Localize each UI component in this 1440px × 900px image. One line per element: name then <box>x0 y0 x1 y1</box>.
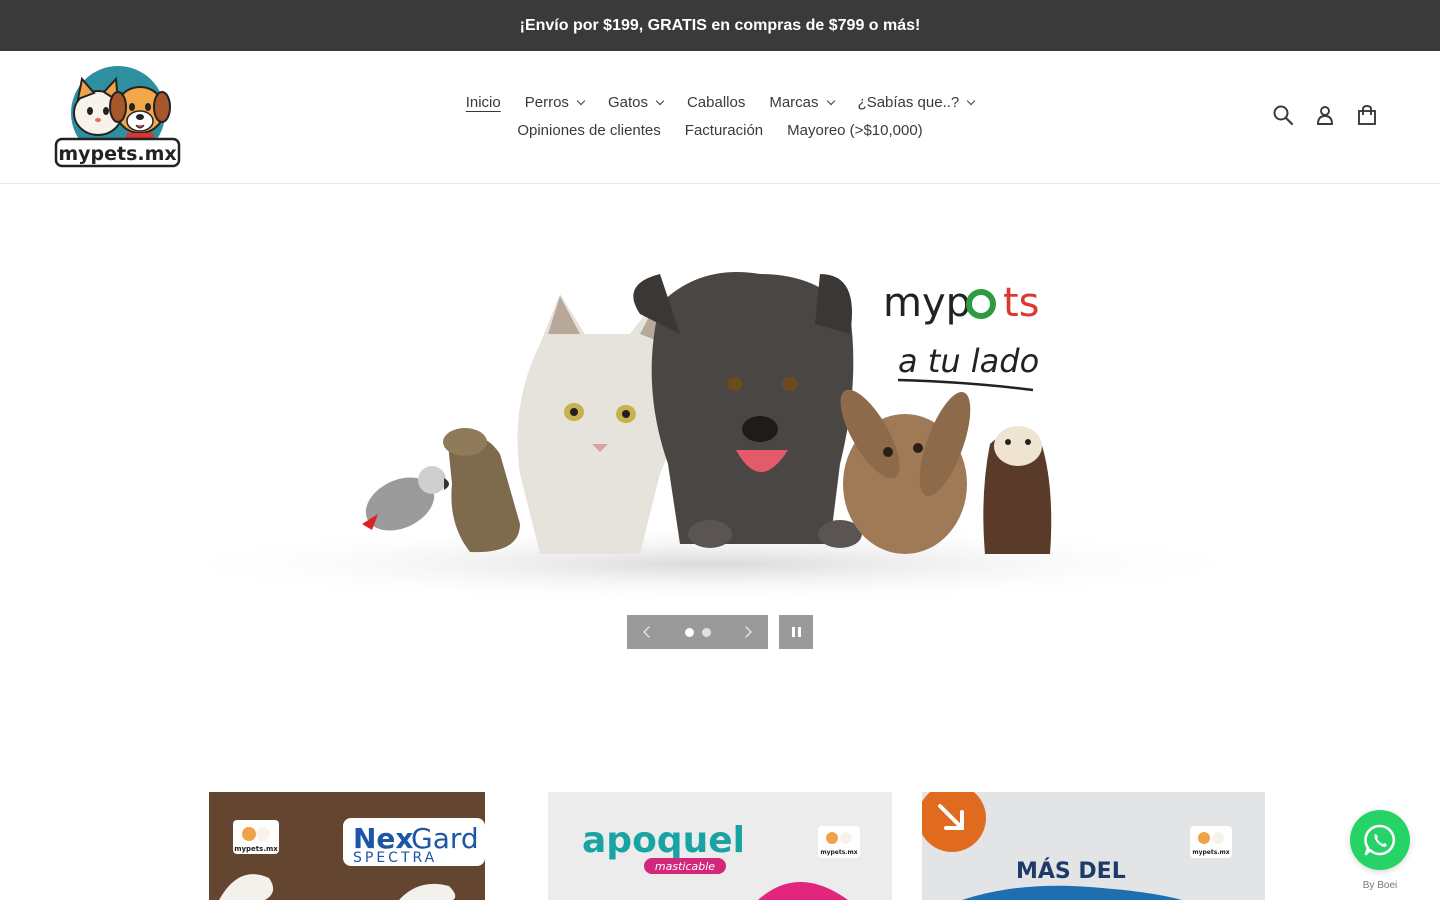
promo-tile-nexgard[interactable]: mypets.mx Nex Gard SPECTRA <box>209 792 485 900</box>
site-header: mypets.mx Inicio Perros Gatos Caballos M… <box>0 51 1440 184</box>
nav-item-sabias-que[interactable]: ¿Sabías que..? <box>857 89 976 117</box>
hero-tagline: a tu lado <box>898 342 1039 380</box>
nav-item-label: Perros <box>524 94 569 111</box>
cat-figure <box>517 294 678 554</box>
tile-brand-sub: SPECTRA <box>353 850 437 866</box>
slide-dots <box>684 627 711 637</box>
chevron-down-icon <box>967 96 976 106</box>
nav-item-perros[interactable]: Perros <box>524 89 586 117</box>
main-nav: Inicio Perros Gatos Caballos Marcas ¿Sab… <box>440 89 1000 145</box>
chevron-down-icon <box>655 96 665 106</box>
nav-item-label: Facturación <box>684 122 764 139</box>
hero-brand-tail: ts <box>1003 280 1040 326</box>
main-nav-row-2: Opiniones de clientes Facturación Mayore… <box>440 117 1000 145</box>
nav-item-label: Caballos <box>686 94 746 111</box>
announcement-bar: ¡Envío por $199, GRATIS en compras de $7… <box>0 0 1440 51</box>
dog-figure <box>633 272 862 548</box>
nav-item-caballos[interactable]: Caballos <box>687 89 745 117</box>
promo-tile-image: apoquel masticable mypets.mx <box>548 792 892 900</box>
nav-item-mayoreo[interactable]: Mayoreo (>$10,000) <box>787 117 923 145</box>
nav-item-marcas[interactable]: Marcas <box>769 89 835 117</box>
pause-icon <box>797 627 801 637</box>
slide-dot-1[interactable] <box>684 627 694 637</box>
tile-brand-sub: masticable <box>655 860 715 873</box>
promo-tile-image: mypets.mx Nex Gard SPECTRA <box>209 792 485 900</box>
nav-item-label: Gatos <box>607 94 648 111</box>
tile-logo-text: mypets.mx <box>1192 849 1229 856</box>
slideshow-nav <box>627 615 768 649</box>
nav-item-label: Marcas <box>769 94 819 111</box>
hero-slide-image: myp ts a tu lado <box>150 272 1270 604</box>
tile-logo-text: mypets.mx <box>820 849 857 856</box>
promo-tile-apoquel[interactable]: apoquel masticable mypets.mx <box>548 792 892 900</box>
next-slide-button[interactable] <box>740 626 752 638</box>
nav-item-label: Inicio <box>465 94 501 111</box>
nav-item-opiniones[interactable]: Opiniones de clientes <box>517 117 660 145</box>
header-icons <box>1272 104 1378 126</box>
search-icon[interactable] <box>1272 104 1294 126</box>
nav-item-inicio[interactable]: Inicio <box>466 89 501 117</box>
promo-tile-image: MÁS DEL mypets.mx <box>922 792 1265 900</box>
whatsapp-chat-button[interactable] <box>1350 810 1410 870</box>
nav-item-gatos[interactable]: Gatos <box>607 89 665 117</box>
announcement-text: ¡Envío por $199, GRATIS en compras de $7… <box>519 16 921 34</box>
main-nav-row-1: Inicio Perros Gatos Caballos Marcas ¿Sab… <box>440 89 1000 117</box>
nav-item-facturacion[interactable]: Facturación <box>685 117 763 145</box>
chevron-down-icon <box>576 96 586 106</box>
slide-dot-2[interactable] <box>701 627 711 637</box>
hero-brand-text: myp <box>883 280 971 326</box>
pause-icon <box>791 627 795 637</box>
account-icon[interactable] <box>1314 104 1336 126</box>
tile-logo-text: mypets.mx <box>234 845 278 853</box>
prev-slide-button[interactable] <box>643 626 655 638</box>
slideshow-controls <box>627 615 813 649</box>
whatsapp-icon <box>1364 824 1396 856</box>
tile-headline: MÁS DEL <box>1016 858 1126 884</box>
nav-item-label: Mayoreo (>$10,000) <box>787 122 923 139</box>
logo-text: mypets.mx <box>58 143 176 165</box>
nav-item-label: ¿Sabías que..? <box>857 94 960 111</box>
nav-item-label: Opiniones de clientes <box>517 122 661 139</box>
ferret-figure <box>983 426 1052 554</box>
tile-brand-apoquel: apoquel <box>582 820 745 861</box>
chevron-down-icon <box>826 96 835 106</box>
pause-slideshow-button[interactable] <box>779 615 813 649</box>
site-logo[interactable]: mypets.mx <box>54 65 181 169</box>
cart-icon[interactable] <box>1356 104 1378 126</box>
promo-tile-mas-del[interactable]: MÁS DEL mypets.mx <box>922 792 1265 900</box>
whatsapp-credit: By Boei <box>1362 880 1398 891</box>
